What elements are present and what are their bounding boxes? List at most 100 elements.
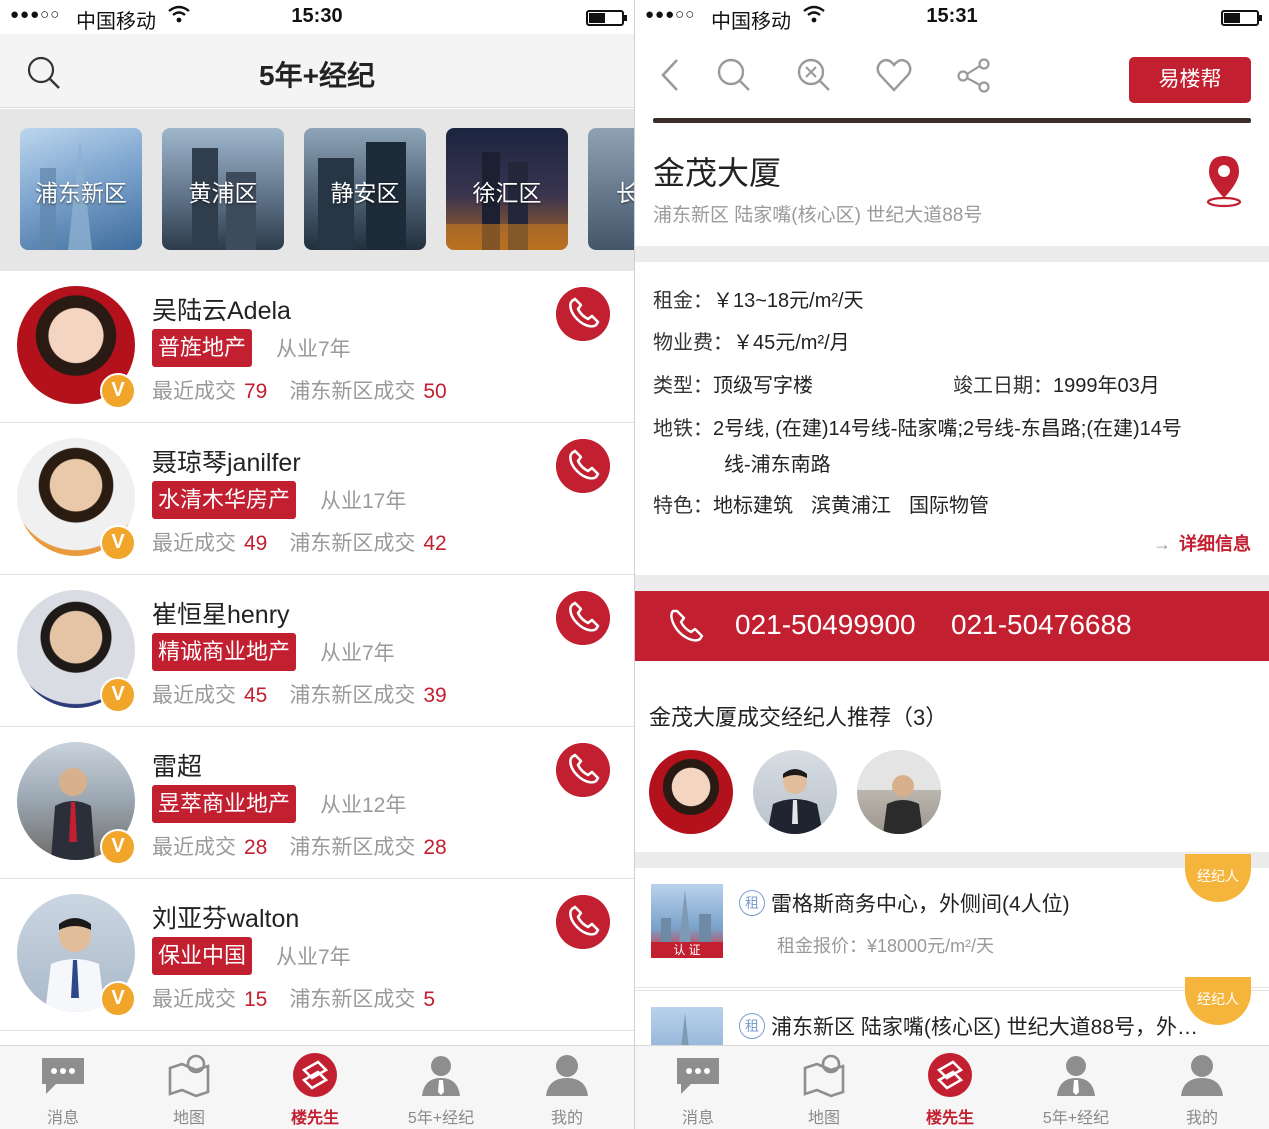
phone-number[interactable]: 021-50499900: [735, 609, 916, 641]
call-button[interactable]: [556, 895, 610, 949]
district-huangpu[interactable]: 黄浦区: [162, 128, 284, 250]
metro-row-cont: 线-浦东南路: [724, 454, 831, 476]
fee-row: 物业费：￥45元/m²/月: [653, 332, 850, 354]
call-button[interactable]: [556, 743, 610, 797]
agent-name: 聂琼琴janilfer: [152, 449, 301, 477]
recommended-agent-avatar[interactable]: [857, 750, 941, 834]
tab-bar: 消息 地图 楼先生 5年+经纪 我的: [635, 1045, 1269, 1129]
feature-tag: 国际物管: [909, 495, 989, 517]
header-divider: [653, 118, 1251, 123]
heart-icon[interactable]: [875, 56, 913, 94]
listing-thumbnail: 认 证: [651, 884, 723, 958]
status-time: 15:30: [291, 5, 343, 27]
section-divider: [635, 246, 1269, 262]
brand-button[interactable]: 易楼帮: [1129, 57, 1251, 103]
listing-price: 租金报价：¥18000元/m²/天: [777, 936, 995, 956]
feature-tag: 滨黄浦江: [811, 495, 891, 517]
deal-stats: 最近成交 79 浦东新区成交 50: [152, 380, 447, 403]
search-icon[interactable]: [715, 56, 753, 94]
share-icon[interactable]: [955, 56, 993, 94]
tab-profile[interactable]: 我的: [1139, 1046, 1265, 1129]
agent-name: 吴陆云Adela: [152, 297, 291, 325]
top-header: 5年+经纪: [0, 34, 634, 108]
agent-row[interactable]: V 吴陆云Adela 普旌地产 从业7年 最近成交 79 浦东新区成交 50: [0, 271, 634, 423]
page-title: 5年+经纪: [259, 60, 375, 91]
zoom-reset-icon[interactable]: [795, 56, 833, 94]
arrow-right-icon: →: [1153, 534, 1171, 554]
deal-stats: 最近成交 15 浦东新区成交 5: [152, 988, 436, 1011]
verified-badge: V: [100, 981, 136, 1017]
listing-title: 浦东新区 陆家嘴(核心区) 世纪大道88号，外…: [771, 1016, 1199, 1039]
tab-agents[interactable]: 5年+经纪: [1013, 1046, 1139, 1129]
status-bar: ●●●○○ 中国移动 15:30: [0, 0, 634, 34]
map-icon: [803, 1054, 845, 1098]
tab-map[interactable]: 地图: [126, 1046, 252, 1129]
section-divider: [635, 852, 1269, 868]
deal-stats: 最近成交 49 浦东新区成交 42: [152, 532, 447, 555]
listing-item[interactable]: 认 证 租 雷格斯商务中心，外侧间(4人位) 租金报价：¥18000元/m²/天…: [635, 854, 1269, 988]
district-partial[interactable]: 长: [588, 128, 634, 250]
call-button[interactable]: [556, 439, 610, 493]
status-bar: ●●●○○ 中国移动 15:31: [635, 0, 1269, 34]
features-row: 特色：地标建筑 滨黄浦江 国际物管: [653, 495, 989, 517]
agent-row[interactable]: V 刘亚芬walton 保业中国 从业7年 最近成交 15 浦东新区成交 5: [0, 879, 634, 1031]
agent-row[interactable]: V 聂琼琴janilfer 水清木华房产 从业17年 最近成交 49 浦东新区成交 4…: [0, 423, 634, 575]
verified-badge: V: [100, 525, 136, 561]
call-button[interactable]: [556, 287, 610, 341]
verified-badge: V: [100, 373, 136, 409]
user-icon: [1181, 1055, 1223, 1096]
status-time: 15:31: [926, 5, 978, 27]
years-experience: 从业17年: [320, 490, 407, 513]
recommended-agent-avatar[interactable]: [753, 750, 837, 834]
building-address: 浦东新区 陆家嘴(核心区) 世纪大道88号: [653, 205, 983, 226]
recommended-agent-avatar[interactable]: [649, 750, 733, 834]
tab-messages[interactable]: 消息: [635, 1046, 761, 1129]
company-badge: 普旌地产: [152, 329, 253, 367]
district-label: 黄浦区: [188, 180, 258, 206]
detail-link[interactable]: → 详细信息: [1153, 530, 1251, 556]
rent-row: 租金：￥13~18元/m²/天: [653, 290, 864, 312]
building-name: 金茂大厦: [653, 155, 782, 191]
section-divider: [635, 575, 1269, 591]
agent-icon: [1057, 1056, 1095, 1096]
recommend-title: 金茂大厦成交经纪人推荐（3）: [649, 705, 948, 730]
district-strip: 浦东新区 黄浦区 静安区 徐汇区 长: [0, 109, 634, 271]
company-badge: 保业中国: [152, 937, 253, 975]
district-pudong[interactable]: 浦东新区: [20, 128, 142, 250]
feature-tag: 地标建筑: [713, 495, 793, 517]
district-label: 徐汇区: [472, 180, 542, 206]
call-button[interactable]: [556, 591, 610, 645]
agent-row[interactable]: V 雷超 昱萃商业地产 从业12年 最近成交 28 浦东新区成交 28: [0, 727, 634, 879]
district-label: 静安区: [330, 180, 400, 206]
location-pin-icon[interactable]: [1201, 152, 1247, 208]
rent-type-badge: 租: [739, 1013, 765, 1039]
agents-screen: ●●●○○ 中国移动 15:30 5年+经纪 浦东新区 黄浦区 静安区 徐汇区 …: [0, 0, 634, 1129]
verified-badge: V: [100, 677, 136, 713]
agent-row[interactable]: V 崔恒星henry 精诚商业地产 从业7年 最近成交 45 浦东新区成交 39: [0, 575, 634, 727]
tab-profile[interactable]: 我的: [504, 1046, 630, 1129]
logo-icon: [928, 1053, 972, 1097]
map-icon: [168, 1054, 210, 1098]
logo-icon: [293, 1053, 337, 1097]
tab-home[interactable]: 楼先生: [887, 1046, 1013, 1129]
battery-icon: [1221, 10, 1262, 26]
tab-map[interactable]: 地图: [761, 1046, 887, 1129]
chat-bubble-icon: [42, 1058, 84, 1094]
tab-messages[interactable]: 消息: [0, 1046, 126, 1129]
phone-icon: [670, 609, 704, 642]
tab-agents[interactable]: 5年+经纪: [378, 1046, 504, 1129]
verified-badge: V: [100, 829, 136, 865]
agent-tag: 经纪人: [1185, 854, 1251, 902]
company-badge: 水清木华房产: [152, 481, 297, 519]
phone-number[interactable]: 021-50476688: [951, 609, 1132, 641]
tab-home[interactable]: 楼先生: [252, 1046, 378, 1129]
call-bar[interactable]: 021-50499900 021-50476688: [635, 591, 1269, 661]
district-jingan[interactable]: 静安区: [304, 128, 426, 250]
years-experience: 从业7年: [276, 338, 351, 361]
back-icon[interactable]: [653, 56, 691, 94]
agent-icon: [422, 1056, 460, 1096]
metro-row: 地铁：2号线, (在建)14号线-陆家嘴;2号线-东昌路;(在建)14号: [653, 418, 1182, 440]
company-badge: 昱萃商业地产: [152, 785, 297, 823]
district-xuhui[interactable]: 徐汇区: [446, 128, 568, 250]
agent-name: 崔恒星henry: [152, 601, 290, 629]
